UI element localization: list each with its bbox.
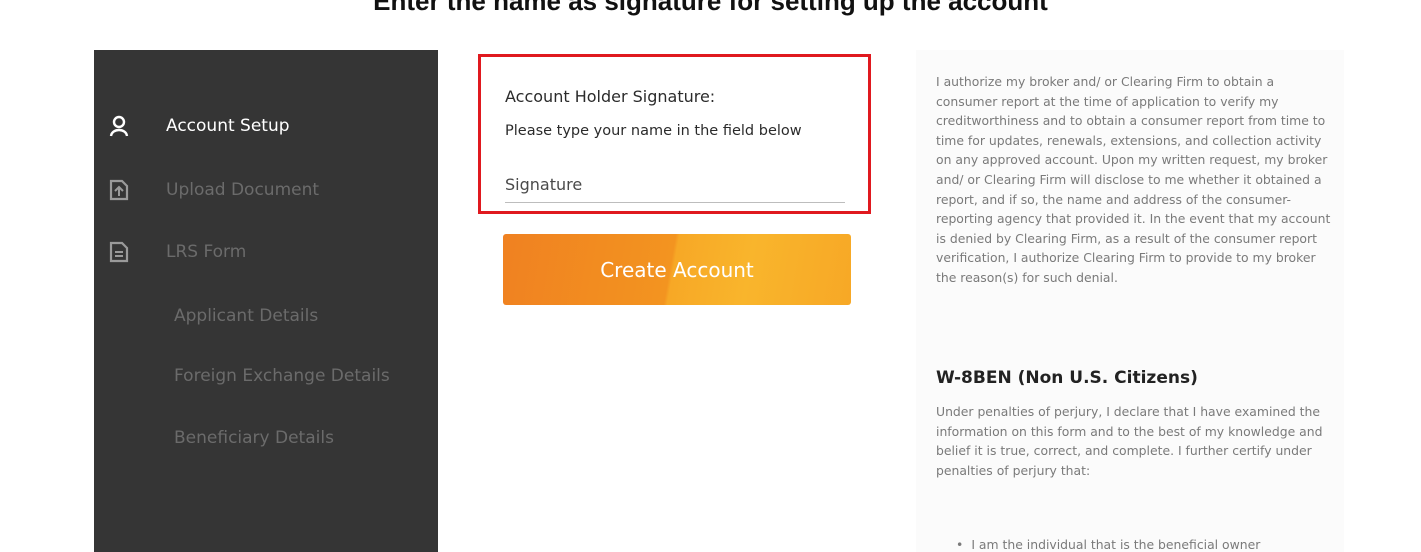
- sidebar-item-label: Upload Document: [166, 180, 320, 200]
- sidebar-item-label: LRS Form: [166, 242, 247, 262]
- legal-panel: I authorize my broker and/ or Clearing F…: [916, 50, 1344, 552]
- signature-title: Account Holder Signature:: [505, 87, 716, 106]
- sidebar-item-foreign-exchange-details[interactable]: Foreign Exchange Details: [94, 356, 438, 396]
- document-icon: [108, 241, 130, 263]
- w8ben-heading: W-8BEN (Non U.S. Citizens): [936, 368, 1198, 388]
- sidebar-item-label: Foreign Exchange Details: [174, 366, 390, 386]
- sidebar-item-account-setup[interactable]: Account Setup: [94, 106, 438, 146]
- sidebar-item-upload-document[interactable]: Upload Document: [94, 170, 438, 210]
- signature-input[interactable]: [505, 167, 845, 203]
- list-item: I am the individual that is the benefici…: [956, 537, 1260, 552]
- w8ben-text: Under penalties of perjury, I declare th…: [936, 404, 1323, 478]
- sidebar-item-label: Applicant Details: [174, 306, 319, 326]
- user-icon: [108, 115, 130, 137]
- sidebar-item-beneficiary-details[interactable]: Beneficiary Details: [94, 418, 438, 458]
- sidebar-item-label: Beneficiary Details: [174, 428, 334, 448]
- sidebar-item-applicant-details[interactable]: Applicant Details: [94, 296, 438, 336]
- sidebar: Account Setup Upload Document LRS Form A…: [94, 50, 438, 552]
- sidebar-item-lrs-form[interactable]: LRS Form: [94, 232, 438, 272]
- signature-section: Account Holder Signature: Please type yo…: [478, 54, 871, 214]
- authorization-text: I authorize my broker and/ or Clearing F…: [936, 74, 1331, 285]
- upload-icon: [108, 179, 130, 201]
- page-banner: Enter the name as signature for setting …: [373, 0, 1048, 16]
- signature-hint: Please type your name in the field below: [505, 123, 802, 139]
- create-account-button[interactable]: Create Account: [503, 234, 851, 305]
- sidebar-item-label: Account Setup: [166, 116, 290, 136]
